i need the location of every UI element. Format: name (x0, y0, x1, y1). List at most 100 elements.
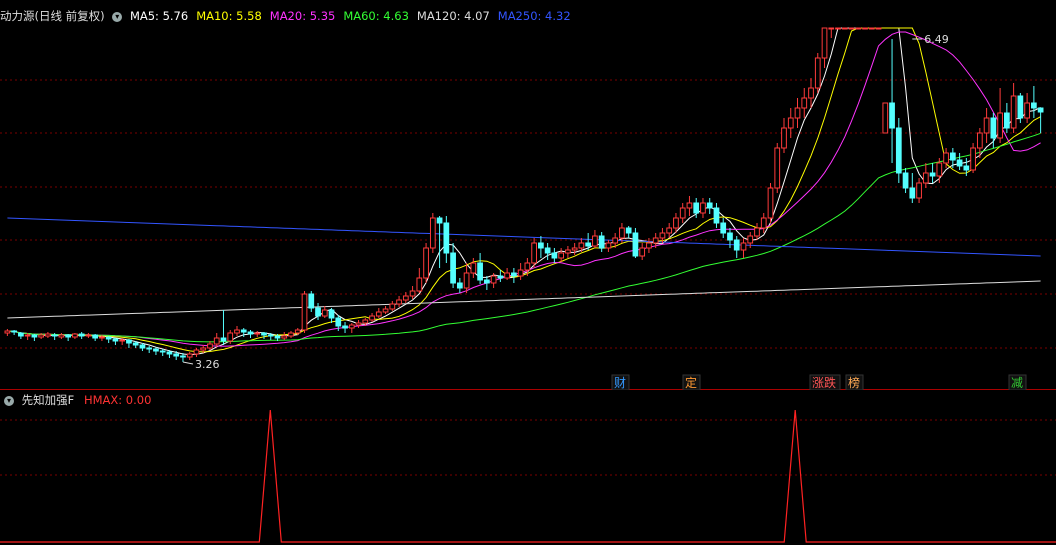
candle-body (612, 237, 619, 244)
candle-body (375, 311, 382, 317)
candle (463, 263, 470, 293)
candle (895, 118, 902, 183)
sub-legend-dropdown-icon[interactable]: ▾ (4, 395, 14, 406)
candle (105, 336, 112, 343)
candle-body (679, 207, 686, 219)
candle-body (862, 27, 868, 30)
legend-dropdown-icon[interactable]: ▾ (112, 11, 123, 22)
candle-body (423, 247, 429, 279)
candle-body (402, 295, 409, 301)
candle (598, 232, 605, 252)
candle-body (4, 330, 11, 334)
candle-body (646, 242, 652, 249)
legend-item-ma20: MA20: 5.35 (269, 9, 336, 23)
candle (781, 118, 787, 153)
candle (592, 230, 598, 248)
candlestick-chart[interactable]: 6.49 3.26 财 定 涨跌榜 减 (0, 0, 1056, 390)
event-label[interactable]: 榜 (848, 375, 860, 390)
candle-body (916, 182, 922, 199)
legend-items: MA5: 5.76 MA10: 5.58 MA20: 5.35 MA60: 4.63 M… (130, 9, 579, 23)
indicator-chart[interactable] (0, 390, 1056, 545)
candle (922, 163, 929, 188)
candle-body (619, 227, 625, 239)
event-label[interactable]: 定 (685, 375, 697, 390)
event-label[interactable]: 财 (614, 376, 626, 390)
candle-body (267, 334, 274, 337)
candle-body (173, 353, 180, 357)
candle (679, 203, 686, 223)
legend-item-ma250: MA250: 4.32 (497, 9, 571, 23)
high-price-label: 6.49 (924, 33, 949, 46)
candle-body (261, 332, 267, 336)
event-label[interactable]: 涨跌 (812, 375, 836, 390)
candle-body (409, 290, 416, 297)
candle (605, 240, 612, 252)
event-labels: 财 定 涨跌榜 减 (611, 374, 1027, 390)
candle-body (970, 147, 976, 171)
candle-body (632, 232, 639, 257)
candle (234, 326, 240, 336)
candle-body (18, 332, 24, 337)
candle (348, 323, 355, 333)
candle-body (686, 202, 693, 209)
moving-average-lines (7, 27, 1041, 356)
candle-body (868, 27, 875, 30)
candle-body (801, 97, 808, 109)
candle (477, 253, 483, 284)
candle (153, 347, 159, 355)
candle-body (193, 349, 200, 355)
candle (889, 39, 895, 163)
low-price-arrow (182, 361, 194, 365)
candle (740, 238, 747, 258)
candle (720, 218, 727, 238)
candle-body (180, 355, 186, 358)
candle-body (727, 232, 733, 241)
candle (436, 216, 443, 268)
candle (760, 213, 767, 233)
candle-body (159, 350, 166, 353)
candle-body (733, 239, 740, 251)
candle-body (58, 334, 65, 338)
candle-body (511, 272, 517, 277)
candle-body (1031, 102, 1037, 109)
candles (4, 27, 1044, 362)
candle-body (321, 309, 328, 317)
legend-item-ma120: MA120: 4.07 (416, 9, 490, 23)
candle-body (85, 334, 92, 337)
candle-body (463, 272, 470, 289)
candle (828, 27, 835, 38)
candle (767, 183, 774, 223)
candle-body (31, 334, 38, 338)
candle (416, 268, 423, 293)
event-label[interactable]: 减 (1011, 376, 1023, 390)
candle-body (416, 277, 423, 292)
candle (1010, 83, 1017, 133)
candle-body (288, 332, 294, 337)
candle-body (841, 27, 848, 30)
candle (517, 263, 524, 280)
candle-body (781, 127, 787, 149)
candle-body (207, 343, 213, 349)
candle-body (720, 222, 727, 234)
candle-body (369, 315, 375, 321)
candle (511, 268, 517, 283)
candle (983, 108, 990, 143)
candle-body (983, 117, 990, 134)
candle-body (531, 242, 537, 264)
candle (531, 238, 537, 268)
candle-body (348, 324, 355, 329)
candle (774, 143, 781, 193)
candle (355, 320, 362, 328)
candle (538, 236, 544, 258)
candle-body (45, 333, 51, 337)
ma-line-ma10 (7, 27, 1041, 353)
candle-body (11, 330, 17, 333)
candle (389, 301, 396, 311)
candle (4, 329, 11, 336)
candle (213, 333, 220, 347)
candle-body (713, 207, 720, 224)
candle-body (895, 127, 902, 174)
candle (929, 163, 936, 183)
candle (639, 243, 646, 260)
candle-body (666, 227, 673, 234)
